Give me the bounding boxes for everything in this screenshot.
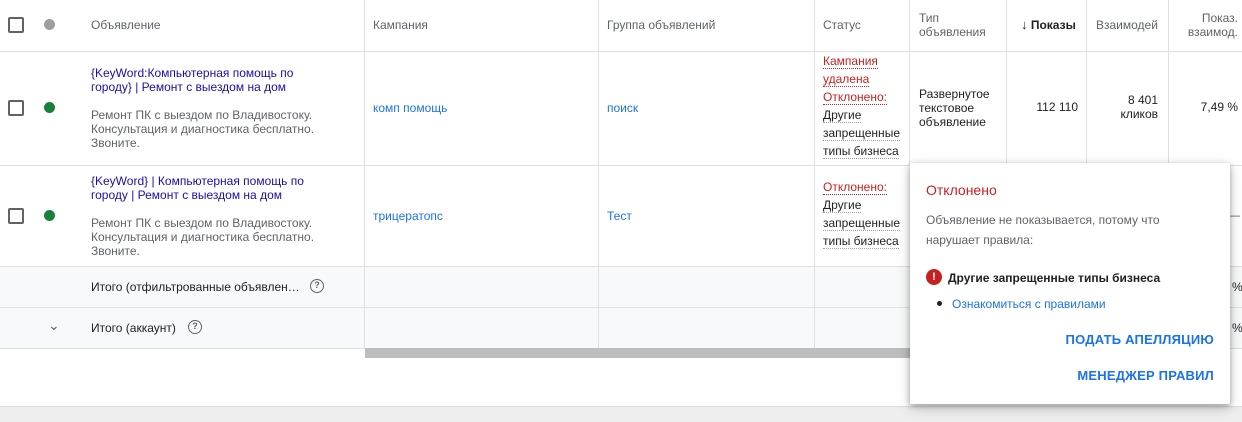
status-enabled-dot	[44, 210, 55, 221]
help-icon[interactable]: ?	[188, 320, 202, 334]
status-reason-line: типы бизнеса	[823, 144, 899, 159]
bullet-icon	[937, 301, 942, 306]
column-header-status[interactable]: Статус	[823, 18, 861, 32]
policy-manager-button[interactable]: МЕНЕДЖЕР ПРАВИЛ	[1077, 368, 1214, 383]
ad-description-line: Консультация и диагностика бесплатно.	[91, 230, 315, 244]
popup-title: Отклонено	[926, 182, 997, 198]
column-divider	[1086, 0, 1087, 166]
status-reason-line: Другие	[823, 198, 862, 213]
ad-headline-line: городу | Ремонт с выездом на дом	[91, 188, 282, 202]
table-header: Объявление Кампания Группа объявлений Ст…	[0, 0, 1242, 52]
table-row: {KeyWord:Компьютерная помощь по городу} …	[0, 52, 1242, 166]
status-enabled-dot	[44, 102, 55, 113]
appeal-button[interactable]: ПОДАТЬ АПЕЛЛЯЦИЮ	[1066, 332, 1214, 347]
ad-type-line: текстовое	[919, 101, 975, 115]
ad-description-line: Ремонт ПК с выездом по Владивостоку.	[91, 216, 313, 230]
totals-account-label: Итого (аккаунт)	[91, 321, 176, 335]
ad-headline-line: {KeyWord:Компьютерная помощь по	[91, 66, 294, 80]
status-cell[interactable]: Отклонено: Другие запрещенные типы бизне…	[823, 178, 909, 250]
footer-bar	[0, 406, 1242, 422]
row-checkbox[interactable]	[8, 208, 24, 224]
ad-description-line: Звоните.	[91, 244, 140, 258]
column-header-campaign[interactable]: Кампания	[373, 18, 428, 32]
horizontal-scrollbar[interactable]	[365, 348, 910, 358]
column-header-rate-line1: Показ.	[1201, 11, 1238, 25]
interactions-count: 8 401	[1127, 93, 1158, 107]
totals-percent-partial: %	[1232, 280, 1242, 294]
impressions-value: 112 110	[1036, 100, 1078, 114]
campaign-link[interactable]: комп помощь	[373, 101, 447, 115]
status-reason-line: запрещенные	[823, 126, 900, 141]
totals-filtered-label: Итого (отфильтрованные объявлен…	[91, 280, 300, 294]
column-divider	[364, 0, 365, 349]
help-icon[interactable]: ?	[310, 279, 324, 293]
status-reason-line: Другие	[823, 108, 862, 123]
column-header-adgroup[interactable]: Группа объявлений	[607, 18, 715, 32]
ad-description-line: Консультация и диагностика бесплатно.	[91, 122, 315, 136]
ad-type-line: Развернутое	[919, 87, 990, 101]
campaign-link[interactable]: трицератопс	[373, 209, 443, 223]
column-divider	[598, 0, 599, 349]
column-divider	[1168, 0, 1169, 166]
ad-headline-line: {KeyWord} | Компьютерная помощь по	[91, 174, 304, 188]
chevron-down-icon[interactable]: ⌄	[48, 318, 60, 332]
adgroup-link[interactable]: поиск	[607, 101, 638, 115]
column-divider	[1006, 0, 1007, 166]
column-divider	[814, 0, 815, 349]
ad-headline-line: городу} | Ремонт с выездом на дом	[91, 80, 286, 94]
column-header-type[interactable]: Тип объявления	[919, 11, 986, 39]
ad-type-line: объявление	[919, 115, 986, 129]
status-disapproved: Отклонено:	[823, 90, 887, 105]
status-disapproved: Отклонено:	[823, 180, 887, 195]
popup-description: Объявление не показывается, потому что н…	[926, 213, 1160, 247]
ad-headline[interactable]: {KeyWord:Компьютерная помощь по городу} …	[91, 66, 293, 94]
column-header-rate-line2: взаимод.	[1187, 25, 1238, 39]
column-header-ad[interactable]: Объявление	[91, 18, 161, 32]
ad-description: Ремонт ПК с выездом по Владивостоку. Кон…	[91, 108, 314, 150]
policy-link[interactable]: Ознакомиться с правилами	[952, 297, 1106, 311]
sort-arrow-down-icon: ↓	[1021, 18, 1028, 32]
status-reason-line: типы бизнеса	[823, 234, 899, 249]
ad-description: Ремонт ПК с выездом по Владивостоку. Кон…	[91, 216, 314, 258]
column-header-impressions[interactable]: ↓ Показы	[1021, 18, 1079, 32]
totals-percent-partial: %	[1232, 321, 1242, 335]
disapproval-reason: Другие запрещенные типы бизнеса	[948, 271, 1161, 285]
column-divider	[909, 0, 910, 166]
ad-type: Развернутое текстовое объявление	[919, 87, 990, 129]
column-header-impressions-label: Показы	[1030, 18, 1076, 32]
status-campaign-removed-2: удалена	[823, 72, 870, 87]
column-header-interaction-rate[interactable]: Показ. взаимод.	[1178, 11, 1238, 39]
row-checkbox[interactable]	[8, 100, 24, 116]
ad-headline[interactable]: {KeyWord} | Компьютерная помощь по город…	[91, 174, 304, 202]
interactions-unit: кликов	[1120, 107, 1158, 121]
status-campaign-removed: Кампания	[823, 54, 878, 69]
interactions-value: 8 401 кликов	[1090, 93, 1158, 121]
select-all-checkbox[interactable]	[8, 17, 24, 33]
disapproval-popup: Отклонено Объявление не показывается, по…	[910, 163, 1230, 404]
ad-description-line: Ремонт ПК с выездом по Владивостоку.	[91, 108, 313, 122]
column-header-interactions[interactable]: Взаимодей	[1096, 18, 1160, 32]
ad-description-line: Звоните.	[91, 136, 140, 150]
status-column-dot	[44, 19, 55, 30]
interaction-rate-value: 7,49 %	[1200, 100, 1238, 114]
adgroup-link[interactable]: Тест	[607, 209, 632, 223]
column-header-type-line2: объявления	[919, 25, 986, 39]
error-icon: !	[926, 269, 942, 285]
column-header-type-line1: Тип	[919, 11, 940, 25]
status-cell[interactable]: Кампания удалена Отклонено: Другие запре…	[823, 52, 909, 160]
status-reason-line: запрещенные	[823, 216, 900, 231]
